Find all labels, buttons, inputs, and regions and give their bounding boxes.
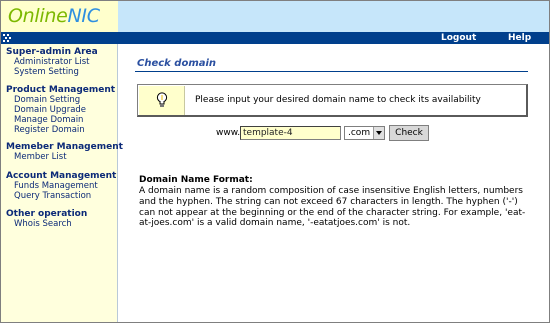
- sidebar-item-register-domain[interactable]: Register Domain: [14, 125, 85, 135]
- sidebar-item-query-transaction[interactable]: Query Transaction: [14, 191, 91, 201]
- format-heading: Domain Name Format:: [139, 175, 253, 185]
- sidebar-item-system-setting[interactable]: System Setting: [14, 67, 79, 77]
- header-banner: [118, 1, 549, 32]
- sidebar-item-manage-domain[interactable]: Manage Domain: [14, 115, 83, 125]
- sidebar-item-funds-management[interactable]: Funds Management: [14, 181, 98, 191]
- sidebar-group-account-management: Account Management: [6, 171, 117, 181]
- tld-selected-value: .com: [348, 128, 371, 138]
- domain-name-input[interactable]: [240, 126, 341, 140]
- logout-link[interactable]: Logout: [441, 32, 476, 44]
- sidebar-group-member-management: Memeber Management: [6, 142, 123, 152]
- sidebar-group-product-management: Product Management: [6, 85, 116, 95]
- sidebar-item-member-list[interactable]: Member List: [14, 152, 67, 162]
- title-divider: [135, 71, 528, 72]
- sidebar-group-other-operation: Other operation: [6, 209, 88, 219]
- www-prefix: www.: [216, 128, 241, 138]
- page-title: Check domain: [137, 58, 217, 69]
- sidebar-item-whois-search[interactable]: Whois Search: [14, 219, 72, 229]
- sidebar-item-administrator-list[interactable]: Administrator List: [14, 57, 90, 67]
- sidebar-item-domain-setting[interactable]: Domain Setting: [14, 95, 80, 105]
- tld-select[interactable]: .com: [344, 126, 385, 140]
- logo-nic: NIC: [67, 5, 100, 27]
- lightbulb-icon: [156, 92, 168, 107]
- logo-area: OnlineNIC: [1, 1, 118, 32]
- logo[interactable]: OnlineNIC: [8, 5, 100, 27]
- format-description: A domain name is a random composition of…: [139, 186, 526, 229]
- dots-icon: [3, 34, 11, 42]
- sidebar: Super-admin Area Administrator List Syst…: [1, 44, 123, 322]
- sidebar-item-domain-upgrade[interactable]: Domain Upgrade: [14, 105, 86, 115]
- help-link[interactable]: Help: [508, 32, 531, 44]
- logo-online: Online: [8, 5, 68, 27]
- sidebar-group-super-admin: Super-admin Area: [6, 47, 98, 57]
- chevron-down-icon[interactable]: [373, 127, 384, 139]
- info-icon-cell: [139, 86, 185, 115]
- top-nav-bar: Logout Help: [1, 32, 549, 44]
- info-text: Please input your desired domain name to…: [195, 95, 481, 105]
- check-button[interactable]: Check: [389, 125, 429, 141]
- info-message-box: Please input your desired domain name to…: [137, 84, 528, 117]
